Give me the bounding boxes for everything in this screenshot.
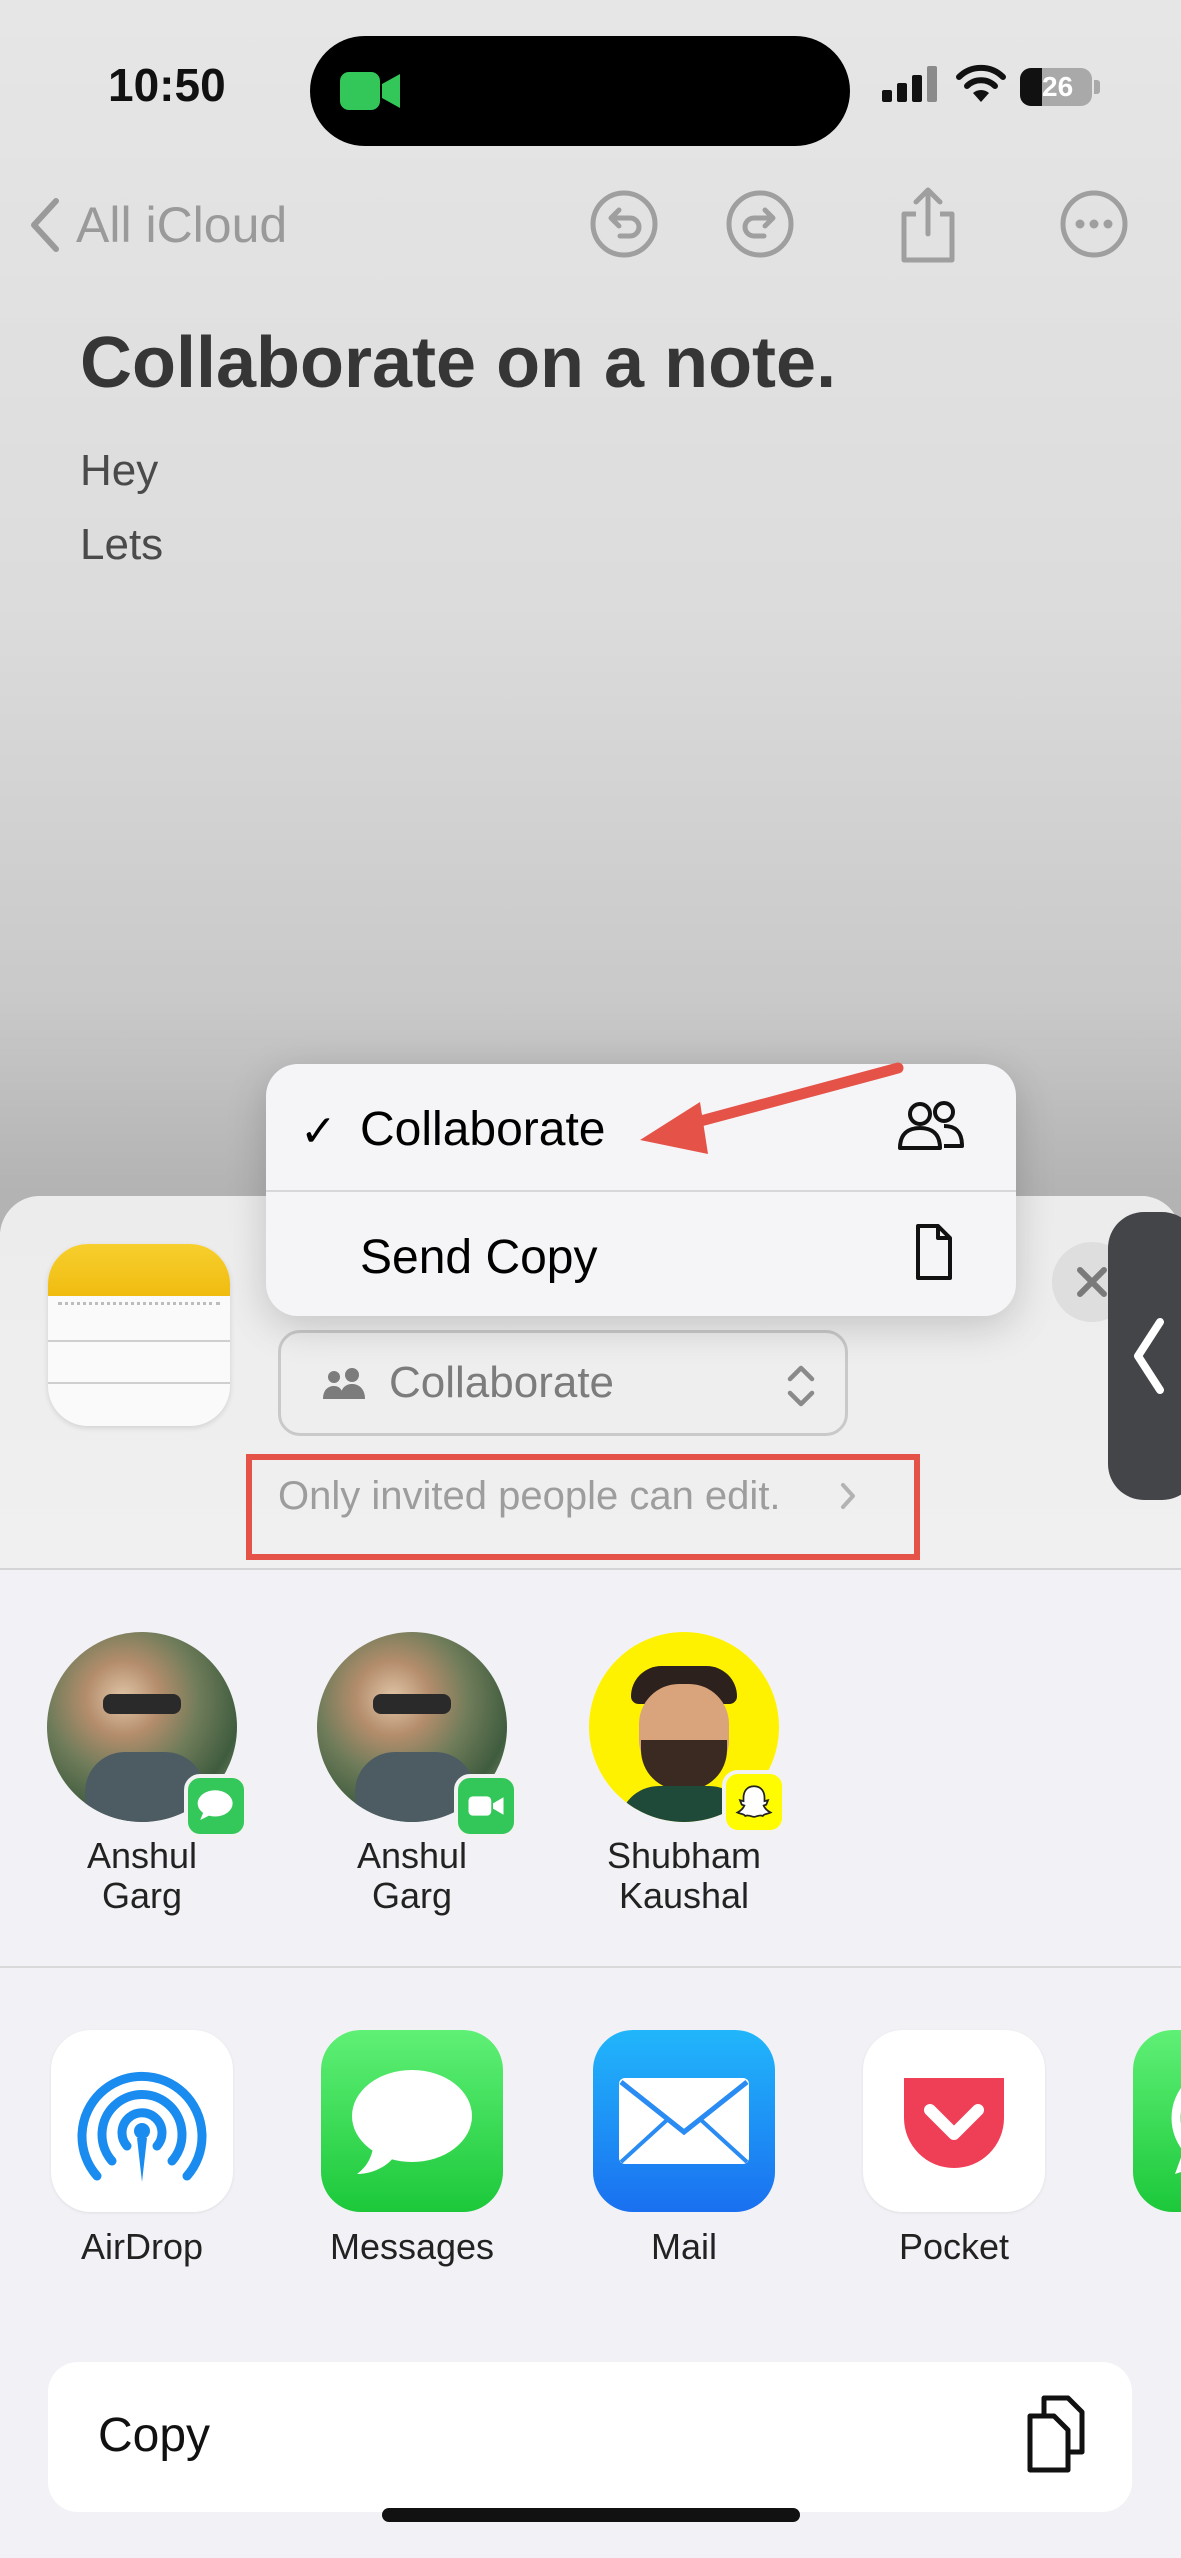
collaborate-mode-select[interactable]: Collaborate (278, 1330, 848, 1436)
notes-app-icon (48, 1244, 230, 1426)
person-name: Shubham Kaushal (606, 1835, 762, 1916)
copy-action[interactable]: Copy (48, 2362, 1132, 2512)
share-icon[interactable] (892, 184, 964, 264)
people-filled-icon (323, 1368, 365, 1399)
app-messages[interactable]: Messages (312, 2030, 512, 2268)
menu-item-label: Send Copy (360, 1231, 598, 1284)
chevron-left-icon (1134, 1318, 1164, 1394)
menu-item-send-copy[interactable]: Send Copy (266, 1192, 1016, 1316)
screen: 10:50 26 All iCloud Collaborate on a not… (0, 0, 1181, 2558)
battery-level: 26 (1042, 71, 1074, 102)
app-whatsapp[interactable]: Wh (1124, 2030, 1181, 2268)
back-label: All iCloud (76, 197, 288, 253)
document-icon (916, 1224, 952, 1280)
messages-icon (184, 1774, 248, 1838)
person-suggestion[interactable]: Anshul Garg (42, 1632, 248, 1916)
app-label: Mail (650, 2226, 717, 2267)
app-label: Pocket (898, 2226, 1010, 2267)
cellular-signal-icon (882, 66, 937, 102)
app-label: AirDrop (80, 2226, 204, 2267)
home-indicator (382, 2508, 800, 2522)
more-icon[interactable] (1058, 188, 1130, 260)
note-title: Collaborate on a note. (80, 323, 837, 403)
menu-item-label: Collaborate (360, 1103, 606, 1156)
divider (0, 1568, 1181, 1570)
app-label: Wh (1124, 2226, 1181, 2268)
back-button[interactable]: All iCloud (28, 196, 287, 254)
pocket-icon (904, 2078, 1004, 2168)
facetime-video-icon (340, 72, 400, 110)
divider (0, 1966, 1181, 1968)
app-label: Messages (329, 2226, 495, 2267)
redo-icon[interactable] (724, 188, 796, 260)
copy-label: Copy (98, 2409, 211, 2462)
chevron-left-icon (31, 198, 59, 252)
annotation-arrow (640, 1062, 904, 1154)
side-panel-handle[interactable] (1108, 1212, 1181, 1500)
snapchat-icon (722, 1770, 786, 1834)
note-line: Lets (80, 520, 164, 569)
facetime-icon (454, 1774, 518, 1838)
battery-indicator: 26 (1020, 68, 1100, 106)
share-sheet: Collaborate Only invited people can edit… (0, 1196, 1181, 2558)
person-name: Anshul Garg (356, 1835, 468, 1916)
wifi-icon (956, 64, 1006, 102)
whatsapp-icon (1171, 2087, 1181, 2174)
collaborate-select-label: Collaborate (389, 1358, 615, 1407)
person-suggestion[interactable]: Anshul Garg (312, 1632, 518, 1916)
dynamic-island (310, 36, 850, 146)
status-time: 10:50 (108, 59, 226, 111)
copy-icon (1027, 2395, 1085, 2473)
checkmark-icon: ✓ (300, 1107, 337, 1156)
app-pocket[interactable]: Pocket (854, 2030, 1054, 2268)
mail-icon (619, 2078, 749, 2164)
note-line: Hey (80, 446, 159, 495)
messages-icon (352, 2070, 472, 2174)
app-mail[interactable]: Mail (584, 2030, 784, 2268)
person-suggestion[interactable]: Shubham Kaushal (584, 1632, 786, 1916)
annotation-highlight-box (246, 1454, 920, 1560)
chevron-up-down-icon (787, 1365, 815, 1407)
app-airdrop[interactable]: AirDrop (42, 2030, 242, 2268)
person-name: Anshul Garg (86, 1835, 198, 1916)
undo-icon[interactable] (588, 188, 660, 260)
airdrop-icon (77, 2071, 207, 2182)
